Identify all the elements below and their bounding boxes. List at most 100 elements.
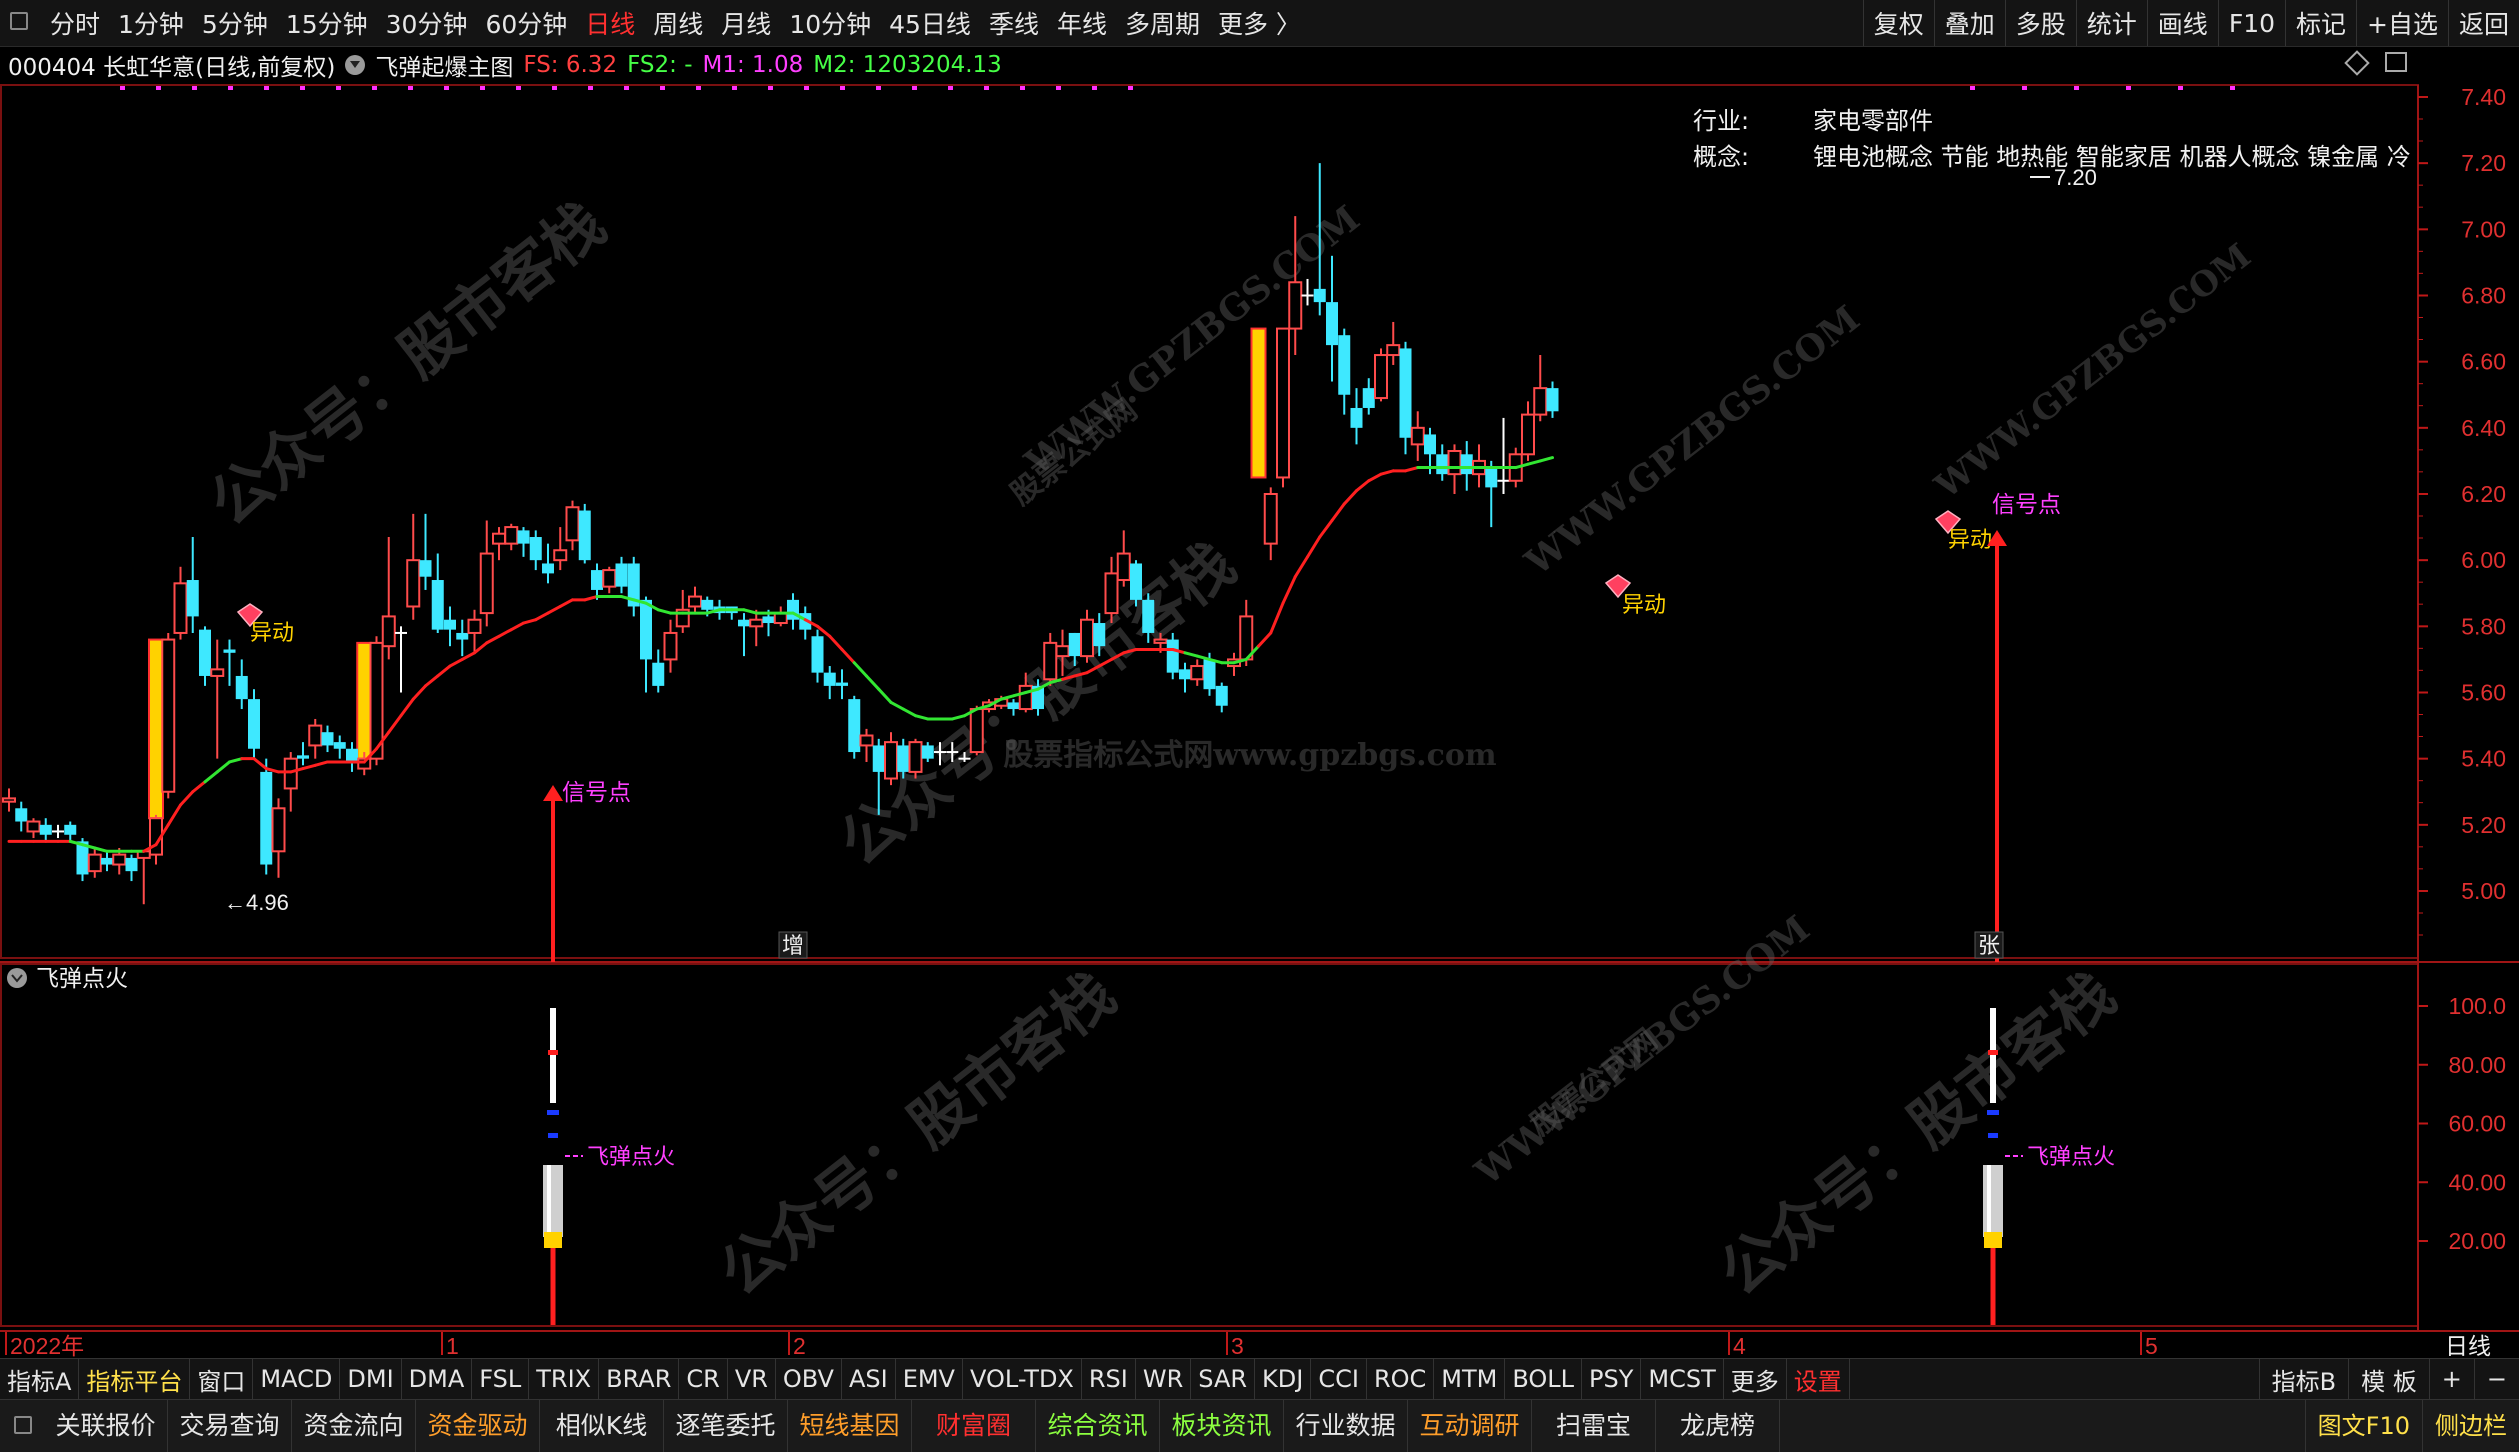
indicator-tab[interactable]: FSL xyxy=(472,1359,530,1399)
candle-body xyxy=(811,636,824,673)
indicator-tab[interactable]: VOL-TDX xyxy=(963,1359,1082,1399)
ma-segment xyxy=(485,634,501,645)
candle-body xyxy=(1313,288,1326,303)
indicator-tab[interactable]: CCI xyxy=(1311,1359,1367,1399)
indicator-right-button[interactable]: 模 板 xyxy=(2348,1359,2429,1399)
function-right-button[interactable]: 侧边栏 xyxy=(2422,1400,2519,1452)
marker-dot xyxy=(516,86,521,90)
ma-segment xyxy=(816,624,832,638)
candle-body xyxy=(283,757,298,790)
indicator-tab[interactable]: DMA xyxy=(402,1359,473,1399)
indicator-tab[interactable]: BRAR xyxy=(599,1359,680,1399)
indicator-tab[interactable]: SAR xyxy=(1191,1359,1256,1399)
sub-indicator-dropdown-icon[interactable] xyxy=(7,968,27,988)
function-right-buttons: 图文F10 侧边栏 xyxy=(2304,1400,2519,1452)
concept-value: 锂电池概念 节能 地热能 智能家居 机器人概念 镍金属 冷 xyxy=(1813,143,2411,171)
candle-body xyxy=(479,552,494,615)
indicator-tab[interactable]: MACD xyxy=(253,1359,341,1399)
yidong-label: 异动 xyxy=(1622,593,1666,618)
candle-body xyxy=(884,741,898,780)
indicator-tab[interactable]: MTM xyxy=(1434,1359,1506,1399)
marker-dot xyxy=(2178,86,2183,90)
candle-body xyxy=(578,510,591,561)
candle-body xyxy=(321,732,334,746)
indicator-tab[interactable]: VR xyxy=(728,1359,776,1399)
rocket-flame xyxy=(544,1232,562,1248)
function-button[interactable]: 行业数据 xyxy=(1284,1400,1408,1452)
indicator-tab[interactable]: CR xyxy=(679,1359,728,1399)
marker-dot xyxy=(696,86,701,90)
candle-body xyxy=(1533,387,1548,416)
candle-body xyxy=(897,745,910,772)
candle-body xyxy=(186,580,199,617)
indicator-tab[interactable]: ROC xyxy=(1367,1359,1435,1399)
indicator-tab[interactable]: EMV xyxy=(896,1359,963,1399)
function-bar: 关联报价 交易查询 资金流向 资金驱动 相似K线 逐笔委托 短线基因 财富圈 综合资讯 板块资讯行… xyxy=(0,1399,2519,1452)
watermark-text: 股票指标公式网www.gpzbgs.com xyxy=(1003,738,1496,773)
indicator-tab[interactable]: WR xyxy=(1136,1359,1192,1399)
ma-segment xyxy=(865,674,881,691)
function-button[interactable]: 关联报价 xyxy=(44,1400,168,1452)
indicator-tab[interactable]: TRIX xyxy=(529,1359,600,1399)
ma-segment xyxy=(1342,489,1358,506)
marker-dot xyxy=(120,86,125,90)
function-button[interactable]: 互动调研 xyxy=(1408,1400,1532,1452)
candle-body xyxy=(1263,493,1278,545)
indicator-right-button[interactable]: + xyxy=(2428,1359,2474,1399)
function-button[interactable]: 资金驱动 xyxy=(416,1400,540,1452)
yidong-label: 异动 xyxy=(1948,528,1992,553)
candle-body xyxy=(1521,413,1535,456)
candle-body xyxy=(1410,426,1425,446)
candle-body xyxy=(1399,348,1412,438)
function-button[interactable]: 相似K线 xyxy=(540,1400,664,1452)
ma-segment xyxy=(840,647,856,665)
candle-body xyxy=(602,569,617,588)
ma-segment xyxy=(424,674,440,688)
indicator-tab[interactable]: RSI xyxy=(1082,1359,1136,1399)
function-button[interactable]: 交易查询 xyxy=(168,1400,292,1452)
ma-segment xyxy=(852,661,868,678)
indicator-tab[interactable]: 窗口 xyxy=(190,1359,254,1399)
indicator-tab[interactable]: OBV xyxy=(776,1359,842,1399)
kline-chart[interactable]: 7.40 7.20 7.00 6.80 6.60 6.40 6.20 6.00 5.80 5.60… xyxy=(0,0,2519,1451)
function-button[interactable]: 短线基因 xyxy=(788,1400,912,1452)
candle-body xyxy=(101,857,113,865)
ma-segment xyxy=(191,780,207,794)
indicator-tab[interactable]: ASI xyxy=(842,1359,896,1399)
rocket-tip xyxy=(550,1008,556,1103)
candle-body xyxy=(235,675,248,700)
indicator-right-button[interactable]: − xyxy=(2473,1359,2519,1399)
candle-body xyxy=(431,580,444,630)
industry-value: 家电零部件 xyxy=(1813,107,1933,135)
function-menu-icon[interactable] xyxy=(14,1416,32,1434)
ma-segment xyxy=(558,598,574,608)
indicator-tab[interactable]: 指标平台 xyxy=(79,1359,191,1399)
indicator-tab[interactable]: KDJ xyxy=(1255,1359,1312,1399)
marker-dot xyxy=(912,86,917,90)
indicator-tab[interactable]: MCST xyxy=(1641,1359,1724,1399)
marker-dot xyxy=(1056,86,1061,90)
ma-segment xyxy=(509,621,525,632)
function-right-button[interactable]: 图文F10 xyxy=(2304,1400,2422,1452)
function-button[interactable]: 逐笔委托 xyxy=(664,1400,788,1452)
indicator-tab[interactable]: BOLL xyxy=(1505,1359,1583,1399)
function-button[interactable]: 扫雷宝 xyxy=(1532,1400,1656,1452)
indicator-tab[interactable]: 设置 xyxy=(1787,1359,1850,1399)
candle-body xyxy=(663,631,678,661)
indicator-tab[interactable]: 指标A xyxy=(0,1359,80,1399)
candle-body xyxy=(1142,599,1155,633)
ma-segment xyxy=(877,687,893,704)
function-button[interactable]: 综合资讯 xyxy=(1036,1400,1160,1452)
indicator-tab[interactable]: 更多 xyxy=(1724,1359,1787,1399)
candle-body xyxy=(210,668,225,677)
rocket-band xyxy=(1987,1110,1999,1115)
function-button[interactable]: 板块资讯 xyxy=(1160,1400,1284,1452)
function-button[interactable]: 资金流向 xyxy=(292,1400,416,1452)
candle-body xyxy=(517,530,530,544)
watermark-text: WWW.GPZBGS.COM xyxy=(1927,236,2258,507)
indicator-tab[interactable]: PSY xyxy=(1582,1359,1642,1399)
function-button[interactable]: 龙虎榜 xyxy=(1656,1400,1780,1452)
function-button[interactable]: 财富圈 xyxy=(912,1400,1036,1452)
indicator-right-button[interactable]: 指标B xyxy=(2258,1359,2348,1399)
indicator-tab[interactable]: DMI xyxy=(340,1359,402,1399)
